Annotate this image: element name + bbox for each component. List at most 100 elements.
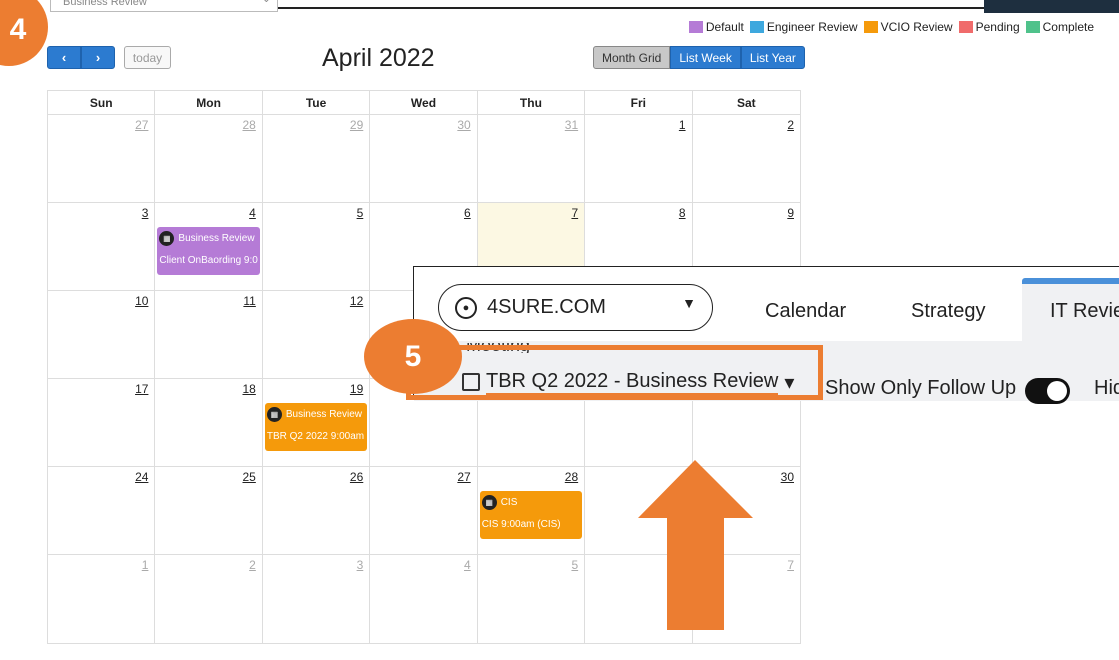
follow-up-toggle[interactable] — [1025, 378, 1070, 404]
day-number[interactable]: 31 — [565, 118, 578, 132]
day-number[interactable]: 2 — [249, 558, 256, 572]
meeting-type-dropdown[interactable]: Business Review ⌄ — [50, 0, 278, 12]
day-cell[interactable]: 1 — [48, 555, 156, 643]
tab-it-review[interactable]: IT Revie — [1050, 300, 1119, 323]
chevron-right-icon: › — [95, 50, 101, 65]
day-cell[interactable]: 28 ▦ CIS CIS 9:00am (CIS) — [478, 467, 586, 554]
list-year-button[interactable]: List Year — [740, 46, 805, 69]
day-number[interactable]: 29 — [350, 118, 363, 132]
client-selector[interactable]: ● 4SURE.COM ▼ — [438, 284, 713, 331]
day-cell[interactable]: 19 ▦ Business Review TBR Q2 2022 9:00am — [263, 379, 371, 466]
day-number[interactable]: 8 — [679, 206, 686, 220]
day-number[interactable]: 11 — [243, 294, 255, 308]
day-number[interactable]: 17 — [135, 382, 148, 396]
day-cell[interactable]: 28 — [155, 115, 263, 202]
day-cell[interactable]: 27 — [370, 467, 478, 554]
day-number[interactable]: 12 — [350, 294, 363, 308]
day-cell[interactable]: 12 — [263, 291, 371, 378]
day-number[interactable]: 30 — [457, 118, 470, 132]
calendar-event[interactable]: ▦ Business Review Client OnBaording 9:0 — [157, 227, 260, 275]
day-number[interactable]: 2 — [787, 118, 794, 132]
list-week-button[interactable]: List Week — [670, 46, 741, 69]
week-row: 27 28 29 30 31 1 2 — [48, 115, 800, 203]
legend-swatch — [958, 21, 973, 33]
day-number[interactable]: 27 — [457, 470, 470, 484]
day-cell[interactable]: 10 — [48, 291, 156, 378]
legend-complete: Complete — [1025, 20, 1094, 34]
event-detail: CIS 9:00am (CIS) — [481, 519, 561, 530]
header-panel — [984, 0, 1119, 13]
client-name: 4SURE.COM — [487, 296, 606, 318]
day-cell[interactable]: 29 — [263, 115, 371, 202]
day-cell[interactable]: 25 — [155, 467, 263, 554]
weekday-thu: Thu — [478, 91, 586, 114]
next-month-button[interactable]: › — [81, 46, 115, 69]
day-cell[interactable]: 3 — [48, 203, 156, 290]
weekday-sat: Sat — [736, 95, 756, 110]
day-cell[interactable]: 18 — [155, 379, 263, 466]
calendar-event[interactable]: ▦ Business Review TBR Q2 2022 9:00am — [264, 403, 368, 451]
legend-swatch — [1025, 21, 1040, 33]
day-cell[interactable]: 4 ▦ Business Review Client OnBaording 9:0 — [155, 203, 263, 290]
day-number[interactable]: 4 — [249, 206, 256, 220]
day-cell[interactable]: 27 — [48, 115, 156, 202]
day-number[interactable]: 3 — [357, 558, 364, 572]
day-number[interactable]: 7 — [571, 206, 578, 220]
day-number[interactable]: 10 — [135, 294, 148, 308]
event-title: Business Review — [285, 408, 362, 420]
day-number[interactable]: 30 — [781, 470, 794, 484]
day-number[interactable]: 3 — [142, 206, 149, 220]
today-button[interactable]: today — [124, 46, 171, 69]
legend-swatch — [749, 21, 764, 33]
calendar-event[interactable]: ▦ CIS CIS 9:00am (CIS) — [479, 491, 583, 539]
day-number[interactable]: 27 — [135, 118, 148, 132]
day-number[interactable]: 6 — [464, 206, 471, 220]
day-number[interactable]: 1 — [142, 558, 149, 572]
day-number[interactable]: 25 — [242, 470, 255, 484]
tab-strategy[interactable]: Strategy — [911, 300, 985, 323]
day-number[interactable]: 18 — [242, 382, 255, 396]
event-header: ▦ Business Review — [266, 405, 365, 423]
day-cell[interactable]: 2 — [155, 555, 263, 643]
hide-label: Hid — [1094, 377, 1119, 399]
day-number[interactable]: 7 — [787, 558, 794, 572]
calendar-icon: ▦ — [266, 406, 282, 422]
day-number[interactable]: 4 — [464, 558, 471, 572]
day-cell[interactable]: 5 — [478, 555, 586, 643]
legend-pending: Pending — [958, 20, 1020, 34]
day-number[interactable]: 19 — [350, 382, 363, 396]
day-number[interactable]: 9 — [787, 206, 794, 220]
calendar-icon: ▦ — [481, 494, 497, 510]
day-cell[interactable]: 11 — [155, 291, 263, 378]
event-header: ▦ Business Review — [159, 229, 257, 247]
day-cell[interactable]: 5 — [263, 203, 371, 290]
day-cell[interactable]: 1 — [585, 115, 693, 202]
day-cell[interactable]: 26 — [263, 467, 371, 554]
tab-calendar[interactable]: Calendar — [765, 300, 846, 323]
day-number[interactable]: 1 — [679, 118, 686, 132]
day-cell[interactable]: 3 — [263, 555, 371, 643]
step-badge-4: 4 — [0, 0, 48, 66]
day-number[interactable]: 28 — [242, 118, 255, 132]
day-number[interactable]: 5 — [357, 206, 364, 220]
day-number[interactable]: 28 — [565, 470, 578, 484]
day-cell[interactable]: 30 — [370, 115, 478, 202]
weekday-header: Sun Mon Tue Wed Thu Fri Sat — [48, 91, 800, 115]
highlight-box — [406, 345, 823, 400]
month-grid-button[interactable]: Month Grid — [593, 46, 671, 69]
day-number[interactable]: 5 — [571, 558, 578, 572]
day-cell[interactable]: 4 — [370, 555, 478, 643]
day-cell[interactable]: 17 — [48, 379, 156, 466]
day-number[interactable]: 26 — [350, 470, 363, 484]
prev-month-button[interactable]: ‹ — [47, 46, 81, 69]
day-cell[interactable]: 24 — [48, 467, 156, 554]
day-cell[interactable]: 2 — [693, 115, 800, 202]
toggle-knob — [1047, 381, 1067, 401]
legend-swatch — [688, 21, 703, 33]
event-title: Business Review — [178, 232, 255, 244]
day-number[interactable]: 24 — [135, 470, 148, 484]
day-cell[interactable]: 31 — [478, 115, 586, 202]
view-switcher: Month Grid List Week List Year — [593, 46, 805, 69]
month-nav: ‹ › — [47, 46, 115, 69]
calendar-icon: ▦ — [159, 230, 175, 246]
